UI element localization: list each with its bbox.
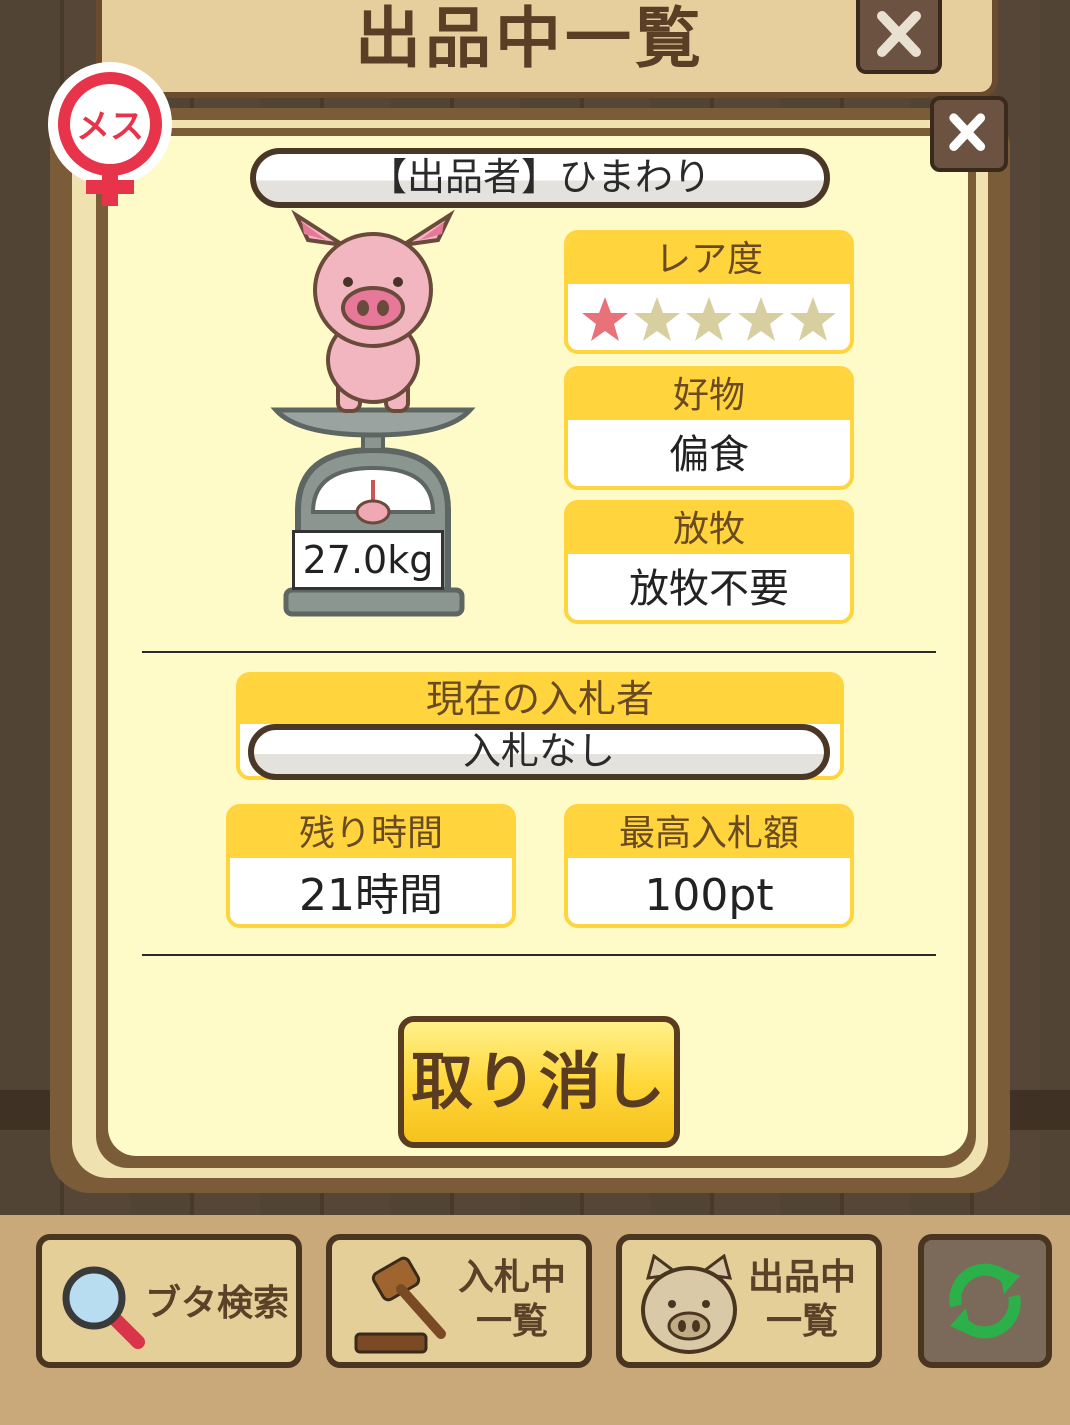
dialog-close-button[interactable] [930,96,1008,172]
max-bid-value: 100pt [644,870,774,921]
time-left-value: 21時間 [299,870,443,921]
rarity-box: レア度 [564,230,854,354]
bidding-list-label-1: 入札中 [457,1257,566,1298]
current-bidder-value: 入札なし [248,724,830,780]
magnifier-icon [62,1266,145,1349]
current-bidder-label: 現在の入札者 [240,676,840,724]
star-icon [634,297,680,341]
max-bid-label: 最高入札額 [568,808,850,858]
pig-search-button[interactable]: ブタ検索 [36,1234,302,1368]
female-symbol-icon: メス [48,62,172,206]
listing-list-button[interactable]: 出品中 一覧 [616,1234,882,1368]
seller-label: 【出品者】ひまわり [250,148,830,208]
grazing-box: 放牧 放牧不要 [564,500,854,624]
gender-label: メス [76,107,144,147]
page-title: 出品中一覧 [355,0,705,77]
listing-list-label-1: 出品中 [747,1257,856,1298]
close-icon [877,11,921,57]
time-left-box: 残り時間 21時間 [226,804,516,928]
pig-face-icon [641,1254,737,1354]
star-icon [582,297,628,341]
favorite-food-value: 偏食 [669,432,749,478]
bidding-list-label-2: 一覧 [475,1301,548,1342]
rarity-stars [568,284,850,346]
max-bid-box: 最高入札額 100pt [564,804,854,928]
divider [142,954,936,956]
gavel-icon [354,1256,446,1354]
favorite-food-box: 好物 偏食 [564,366,854,490]
header-close-button[interactable] [856,0,942,74]
favorite-food-label: 好物 [568,370,850,420]
star-icon [686,297,732,341]
star-icon [790,297,836,341]
refresh-button[interactable] [918,1234,1052,1368]
cancel-listing-button[interactable]: 取り消し [398,1016,680,1148]
close-icon [949,113,986,152]
refresh-icon [949,1263,1021,1339]
grazing-value: 放牧不要 [629,566,789,612]
divider [142,651,936,653]
star-icon [738,297,784,341]
grazing-label: 放牧 [568,504,850,554]
bidding-list-button[interactable]: 入札中 一覧 [326,1234,592,1368]
pig-search-label: ブタ検索 [144,1283,289,1324]
rarity-label: レア度 [568,234,850,284]
weight-readout: 27.0kg [292,530,444,590]
time-left-label: 残り時間 [230,808,512,858]
listing-list-label-2: 一覧 [765,1301,838,1342]
